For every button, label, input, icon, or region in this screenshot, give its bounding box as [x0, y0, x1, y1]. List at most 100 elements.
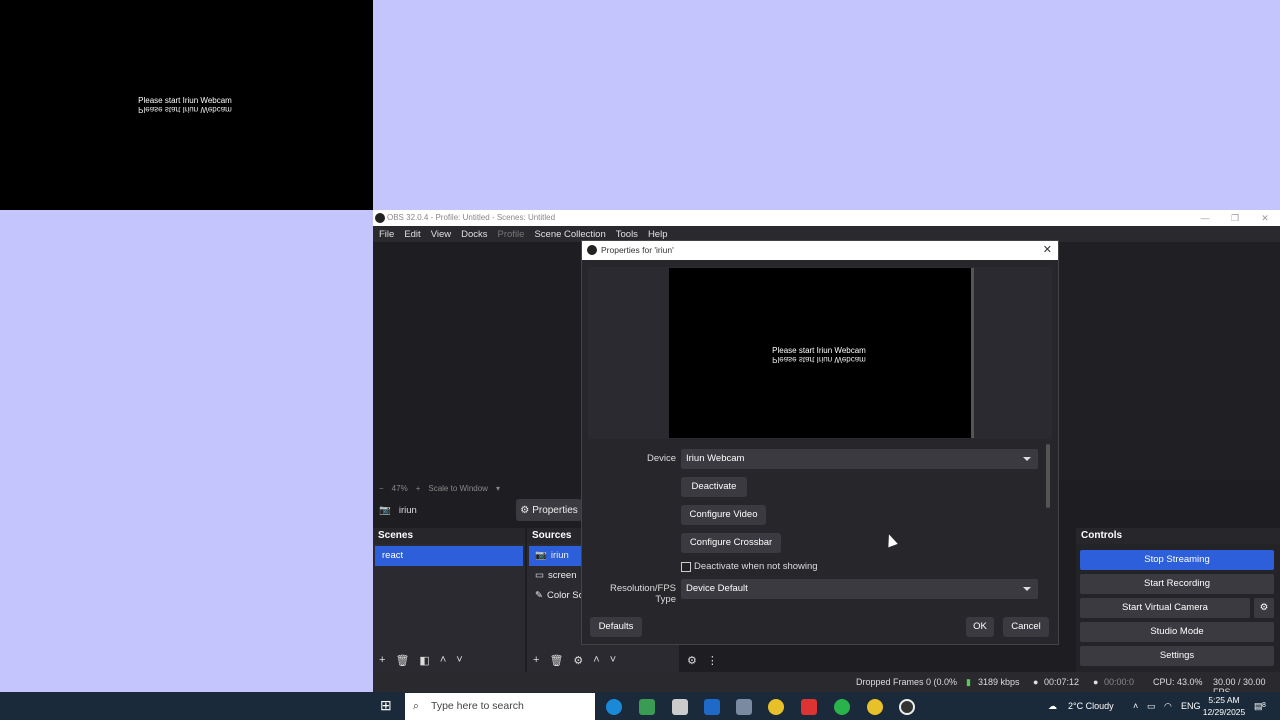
dialog-video-preview: Please start Iriun Webcam Please start I…	[669, 268, 974, 438]
dialog-preview-placeholder: Please start Iriun Webcam Please start I…	[772, 346, 866, 364]
trash-icon[interactable]: 🗑	[395, 654, 409, 667]
record-status-icon: ●	[1093, 677, 1099, 687]
device-label: Device	[646, 453, 676, 464]
chrome-icon[interactable]	[867, 699, 883, 715]
menu-scene-collection[interactable]: Scene Collection	[534, 229, 605, 240]
add-icon[interactable]: +	[533, 654, 539, 666]
language[interactable]: ENG	[1181, 692, 1201, 720]
close-icon[interactable]: ✕	[1043, 241, 1052, 260]
sources-toolbar: + 🗑 ⚙ ˄ ˅	[527, 648, 679, 672]
menu-profile[interactable]: Profile	[498, 229, 525, 240]
wifi-icon[interactable]: ◠	[1164, 692, 1172, 720]
zoom-out-icon[interactable]: −	[379, 484, 384, 493]
menu-help[interactable]: Help	[648, 229, 668, 240]
weather[interactable]: 2°C Cloudy	[1068, 692, 1114, 720]
battery-icon[interactable]: ▭	[1147, 692, 1156, 720]
chevron-down-icon[interactable]: ˅	[610, 654, 616, 666]
app-icon[interactable]	[736, 699, 752, 715]
settings-button[interactable]: Settings	[1080, 646, 1274, 666]
weather-icon: ☁	[1048, 701, 1057, 711]
camera-icon: 📷	[535, 550, 547, 561]
resolution-value: Device Default	[686, 583, 748, 594]
record-time: 00:00:0	[1104, 677, 1135, 687]
virtual-camera-settings-icon[interactable]: ⚙	[1254, 598, 1274, 618]
studio-mode-button[interactable]: Studio Mode	[1080, 622, 1274, 642]
cpu-usage: CPU: 43.0%	[1153, 677, 1203, 687]
dialog-titlebar: Properties for 'iriun' ✕	[582, 241, 1058, 260]
app-icon[interactable]	[639, 699, 655, 715]
camera-preview: Please start Iriun Webcam Please start I…	[0, 0, 373, 210]
device-select[interactable]: Iriun Webcam	[681, 449, 1038, 469]
stream-status-icon: ●	[1033, 677, 1039, 687]
taskbar-search[interactable]: ⌕ Type here to search	[405, 693, 595, 720]
obs-titlebar: OBS 32.0.4 - Profile: Untitled - Scenes:…	[373, 210, 1280, 226]
more-icon[interactable]: ⋮	[707, 654, 718, 667]
edge-icon[interactable]	[606, 699, 622, 715]
zoom-level: 47%	[391, 483, 408, 493]
gear-icon[interactable]: ⚙	[573, 654, 583, 667]
preview-text-mirrored: Please start Iriun Webcam	[138, 105, 232, 114]
properties-dialog: Properties for 'iriun' ✕ Please start Ir…	[581, 240, 1059, 645]
dialog-title: Properties for 'iriun'	[601, 245, 674, 255]
windows-start-icon[interactable]: ⊞	[380, 697, 398, 715]
cancel-button[interactable]: Cancel	[1003, 617, 1049, 637]
scale-mode[interactable]: Scale to Window	[428, 484, 488, 493]
chevron-down-icon[interactable]: ▾	[496, 484, 500, 493]
app-icon[interactable]	[801, 699, 817, 715]
vscode-icon[interactable]	[704, 699, 720, 715]
properties-button[interactable]: ⚙ Properties	[516, 499, 582, 521]
close-icon[interactable]: ✕	[1250, 210, 1280, 226]
start-virtual-camera-button[interactable]: Start Virtual Camera	[1080, 598, 1250, 618]
chevron-up-icon[interactable]: ˄	[593, 654, 599, 666]
scene-item[interactable]: react	[375, 546, 523, 566]
ok-button[interactable]: OK	[966, 617, 994, 637]
chevron-up-icon[interactable]: ˄	[1133, 692, 1138, 720]
menu-docks[interactable]: Docks	[461, 229, 487, 240]
resolution-select[interactable]: Device Default	[681, 579, 1038, 599]
deactivate-checkbox[interactable]	[681, 562, 691, 572]
whatsapp-icon[interactable]	[834, 699, 850, 715]
camera-icon: 📷	[379, 504, 391, 516]
zoom-in-icon[interactable]: +	[416, 484, 421, 493]
obs-logo-icon	[375, 213, 385, 223]
chevron-down-icon[interactable]: ˅	[456, 654, 462, 666]
filter-icon[interactable]: ◧	[419, 654, 429, 667]
preview-placeholder: Please start Iriun Webcam Please start I…	[110, 96, 260, 114]
configure-video-button[interactable]: Configure Video	[681, 505, 766, 525]
start-recording-button[interactable]: Start Recording	[1080, 574, 1274, 594]
bitrate: 3189 kbps	[978, 677, 1020, 687]
obs-logo-icon	[587, 245, 597, 255]
chevron-down-icon	[1023, 587, 1031, 591]
menu-file[interactable]: File	[379, 229, 394, 240]
configure-crossbar-button[interactable]: Configure Crossbar	[681, 533, 781, 553]
app-icon[interactable]	[672, 699, 688, 715]
stream-time: 00:07:12	[1044, 677, 1080, 687]
controls-title: Controls	[1076, 528, 1280, 544]
settings-icon[interactable]: ⚙	[687, 654, 697, 667]
zoom-bar: − 47% + Scale to Window ▾	[373, 480, 583, 496]
gear-icon: ⚙	[520, 504, 530, 516]
mixer-toolbar: ⚙ ⋮	[681, 648, 901, 672]
preview-canvas-right	[1059, 242, 1280, 480]
chevron-up-icon[interactable]: ˄	[440, 654, 446, 666]
trash-icon[interactable]: 🗑	[549, 654, 563, 667]
menu-tools[interactable]: Tools	[616, 229, 638, 240]
obs-icon[interactable]	[899, 699, 915, 715]
stop-streaming-button[interactable]: Stop Streaming	[1080, 550, 1274, 570]
maximize-icon[interactable]: ❐	[1220, 210, 1250, 226]
defaults-button[interactable]: Defaults	[590, 617, 642, 637]
chevron-down-icon	[1023, 457, 1031, 461]
controls-dock: Controls Stop Streaming Start Recording …	[1076, 528, 1280, 672]
clock[interactable]: 5:25 AM 12/29/2025	[1202, 694, 1246, 718]
minimize-icon[interactable]: —	[1190, 210, 1220, 226]
menu-view[interactable]: View	[431, 229, 451, 240]
scrollbar[interactable]	[1046, 444, 1050, 508]
chrome-icon[interactable]	[768, 699, 784, 715]
status-bar: Dropped Frames 0 (0.0% ▮ 3189 kbps ● 00:…	[373, 672, 1280, 697]
add-icon[interactable]: +	[379, 654, 385, 666]
dropped-frames: Dropped Frames 0 (0.0%	[856, 677, 958, 687]
search-icon: ⌕	[413, 700, 419, 712]
deactivate-button[interactable]: Deactivate	[681, 477, 747, 497]
menu-edit[interactable]: Edit	[404, 229, 420, 240]
scenes-toolbar: + 🗑 ◧ ˄ ˅	[373, 648, 525, 672]
